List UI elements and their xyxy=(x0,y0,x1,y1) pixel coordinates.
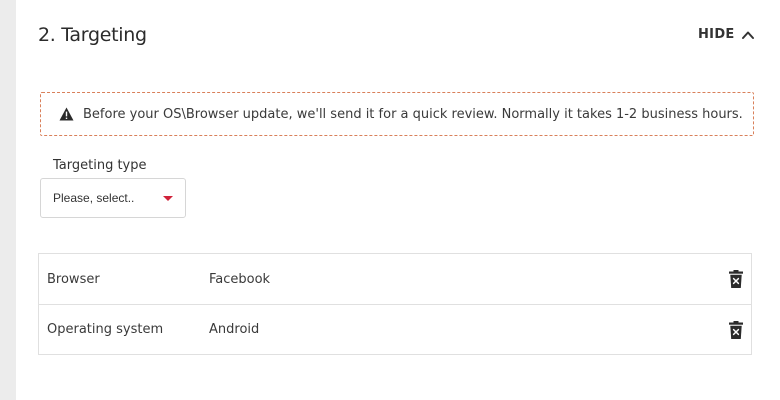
caret-down-icon xyxy=(163,196,173,201)
target-value-cell: Facebook xyxy=(209,271,271,287)
trash-icon[interactable] xyxy=(729,270,743,288)
section-title: 2. Targeting xyxy=(38,24,147,46)
targeting-type-select[interactable]: Please, select.. xyxy=(40,178,186,218)
targeting-section: 2. Targeting HIDE Before your OS\Browser… xyxy=(16,0,780,400)
table-row: Browser Facebook xyxy=(39,254,751,304)
target-value-cell: Android xyxy=(209,322,260,337)
hide-toggle-label: HIDE xyxy=(698,27,735,42)
trash-icon[interactable] xyxy=(729,320,743,339)
target-type-cell: Browser xyxy=(47,271,100,287)
chevron-up-icon xyxy=(741,31,754,39)
target-type-cell: Operating system xyxy=(47,322,164,337)
review-notice-text: Before your OS\Browser update, we'll sen… xyxy=(83,106,743,122)
review-notice: Before your OS\Browser update, we'll sen… xyxy=(40,92,754,136)
targeting-type-value: Please, select.. xyxy=(53,191,135,205)
hide-toggle-button[interactable]: HIDE xyxy=(698,27,755,42)
table-row: Operating system Android xyxy=(39,304,751,354)
targets-table: Browser Facebook Operating system Androi… xyxy=(38,253,752,355)
targeting-type-label: Targeting type xyxy=(53,158,147,173)
warning-icon xyxy=(59,107,74,121)
